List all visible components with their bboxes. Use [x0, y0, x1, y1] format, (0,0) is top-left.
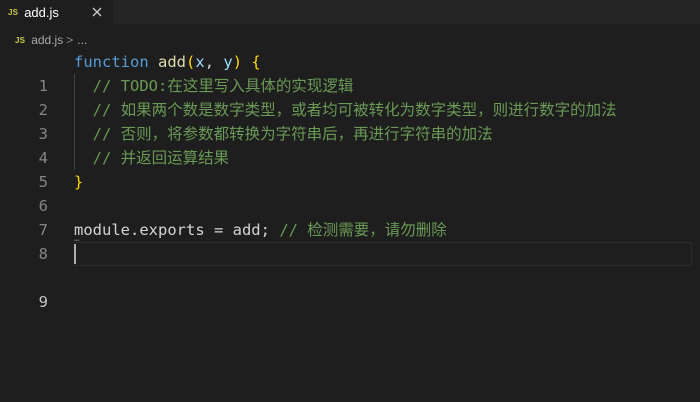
code-editor[interactable]: 1 function add(x, y) { 2 // TODO:在这里写入具体…	[0, 50, 700, 311]
code-line[interactable]: 7	[0, 194, 700, 239]
code-line-current[interactable]: 9	[0, 242, 700, 311]
javascript-file-icon: JS	[15, 35, 26, 45]
code-line[interactable]: 8 module.exports = add; // 检测需要，请勿删除 …	[0, 218, 700, 263]
close-brace: }	[74, 173, 84, 191]
code-line[interactable]: 6 }	[0, 170, 700, 215]
paren: (	[186, 53, 196, 71]
comment: // 并返回运算结果	[92, 149, 230, 167]
javascript-file-icon: JS	[8, 7, 19, 17]
line-number: 9	[38, 293, 48, 311]
current-line-highlight	[74, 242, 692, 266]
code-line[interactable]: 3 // 如果两个数是数字类型，或者均可被转化为数字类型，则进行数字的加法	[0, 98, 700, 143]
paren: )	[232, 53, 243, 71]
keyword: function	[74, 53, 149, 71]
comment: // 如果两个数是数字类型，或者均可被转化为数字类型，则进行数字的加法	[92, 101, 617, 119]
comma: ,	[204, 53, 224, 71]
code-line[interactable]: 5 // 并返回运算结果	[0, 146, 700, 191]
tab-label: add.js	[24, 4, 59, 20]
comment: // 否则，将参数都转换为字符串后，再进行字符串的加法	[92, 125, 493, 143]
breadcrumb-file[interactable]: add.js	[31, 33, 63, 47]
comment: // TODO:在这里写入具体的实现逻辑	[92, 77, 354, 95]
export-statement: module.exports = add;	[74, 221, 270, 239]
tab-bar: JS add.js	[0, 0, 700, 24]
open-brace: {	[251, 53, 261, 71]
comment: // 检测需要，请勿删除	[279, 221, 447, 239]
param-y: y	[223, 53, 233, 71]
close-icon[interactable]	[89, 4, 105, 20]
tab-add-js[interactable]: JS add.js	[0, 0, 113, 24]
code-line[interactable]: 4 // 否则，将参数都转换为字符串后，再进行字符串的加法	[0, 122, 700, 167]
param-x: x	[195, 53, 205, 71]
breadcrumb-more[interactable]: ...	[77, 33, 87, 47]
code-line[interactable]: 2 // TODO:在这里写入具体的实现逻辑	[0, 74, 700, 119]
code-line[interactable]: 1 function add(x, y) {	[0, 50, 700, 95]
chevron-right-icon: >	[66, 33, 74, 47]
function-name: add	[158, 53, 186, 71]
text-cursor	[74, 244, 76, 264]
breadcrumb: JS add.js > ...	[0, 31, 87, 49]
